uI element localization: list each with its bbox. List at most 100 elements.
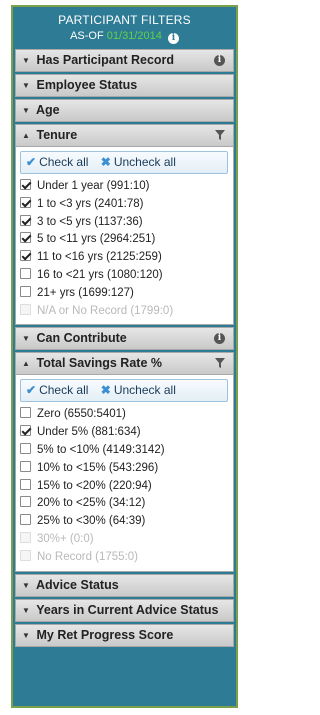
option-label: 5% to <10% (4149:3142): [37, 443, 165, 456]
option-label: 16 to <21 yrs (1080:120): [37, 268, 163, 281]
filter-option[interactable]: 11 to <16 yrs (2125:259): [20, 249, 228, 267]
option-label: No Record (1755:0): [37, 550, 138, 563]
filter-option: N/A or No Record (1799:0): [20, 303, 228, 321]
section-label: Age: [36, 103, 60, 117]
filter-option[interactable]: Under 1 year (991:10): [20, 178, 228, 196]
uncheck-all-button[interactable]: ✖ Uncheck all: [101, 155, 176, 169]
filter-funnel-icon[interactable]: [214, 129, 226, 141]
section-advice-status[interactable]: ▼ Advice Status: [15, 573, 234, 597]
section-label: Can Contribute: [36, 331, 127, 346]
filter-funnel-icon[interactable]: [214, 357, 226, 369]
option-checkbox: [20, 531, 31, 543]
caret-down-icon: ▼: [22, 605, 30, 615]
option-checkbox[interactable]: [20, 442, 31, 454]
section-label: My Ret Progress Score: [36, 627, 174, 642]
option-label: 25% to <30% (64:39): [37, 515, 146, 528]
asof-label: AS-OF: [70, 30, 104, 42]
savings-options-body: ✔ Check all ✖ Uncheck all Zero (6550:5401)…: [15, 375, 234, 572]
info-icon[interactable]: i: [214, 333, 225, 345]
panel-title: PARTICIPANT FILTERS: [58, 13, 191, 27]
caret-up-icon: ▲: [22, 359, 30, 369]
option-label: 1 to <3 yrs (2401:78): [37, 197, 144, 210]
section-label: Employee Status: [36, 78, 138, 92]
info-icon[interactable]: i: [167, 33, 179, 44]
option-label: 11 to <16 yrs (2125:259): [37, 251, 162, 264]
check-all-button[interactable]: ✔ Check all: [26, 383, 88, 397]
option-checkbox[interactable]: [20, 460, 31, 472]
filter-option[interactable]: 21+ yrs (1699:127): [20, 285, 228, 303]
option-label: Zero (6550:5401): [37, 408, 126, 421]
filter-option[interactable]: 1 to <3 yrs (2401:78): [20, 196, 228, 214]
x-icon: ✖: [100, 383, 111, 398]
checkmark-icon: ✔: [26, 383, 37, 398]
option-label: 20% to <25% (34:12): [37, 497, 146, 510]
section-years-in-current-advice-status[interactable]: ▼ Years in Current Advice Status: [15, 598, 234, 622]
filter-option[interactable]: 3 to <5 yrs (1137:36): [20, 214, 228, 232]
option-label: Under 1 year (991:10): [37, 180, 150, 192]
section-has-participant-record[interactable]: ▼ Has Participant Record i: [15, 49, 234, 72]
option-checkbox[interactable]: [20, 425, 31, 437]
section-employee-status[interactable]: ▼ Employee Status: [15, 74, 234, 97]
asof-line: AS-OF 01/31/2014 i: [13, 29, 236, 44]
caret-down-icon: ▼: [22, 81, 30, 90]
option-checkbox[interactable]: [20, 478, 31, 490]
filter-option[interactable]: 5% to <10% (4149:3142): [20, 442, 228, 460]
filter-option: No Record (1755:0): [20, 549, 228, 567]
caret-down-icon: ▼: [22, 56, 30, 65]
participant-filters-panel: PARTICIPANT FILTERS AS-OF 01/31/2014 i ▼…: [11, 5, 238, 708]
caret-up-icon: ▲: [22, 131, 30, 140]
tenure-option-list: Under 1 year (991:10) 1 to <3 yrs (2401:7…: [20, 178, 228, 320]
checkmark-icon: ✔: [26, 155, 37, 169]
section-label: Tenure: [36, 128, 78, 142]
check-toolbar: ✔ Check all ✖ Uncheck all: [20, 379, 228, 403]
x-icon: ✖: [100, 155, 111, 169]
option-label: N/A or No Record (1799:0): [37, 304, 174, 317]
option-label: Under 5% (881:634): [37, 426, 141, 439]
caret-down-icon: ▼: [22, 630, 30, 640]
section-total-savings-rate[interactable]: ▲ Total Savings Rate %: [15, 352, 234, 376]
info-icon[interactable]: i: [214, 55, 225, 66]
caret-down-icon: ▼: [22, 106, 30, 115]
filter-option[interactable]: 10% to <15% (543:296): [20, 460, 228, 478]
panel-header: PARTICIPANT FILTERS AS-OF 01/31/2014 i: [13, 7, 236, 49]
filter-option[interactable]: 15% to <20% (220:94): [20, 478, 228, 496]
option-label: 30%+ (0:0): [37, 532, 94, 545]
caret-down-icon: ▼: [22, 334, 30, 344]
section-label: Total Savings Rate %: [36, 356, 162, 371]
section-label: Has Participant Record: [36, 53, 175, 67]
check-toolbar: ✔ Check all ✖ Uncheck all: [20, 151, 228, 174]
option-label: 21+ yrs (1699:127): [37, 286, 134, 299]
check-all-button[interactable]: ✔ Check all: [26, 155, 88, 169]
option-checkbox[interactable]: [20, 407, 31, 419]
option-checkbox[interactable]: [20, 179, 31, 190]
filter-option[interactable]: 20% to <25% (34:12): [20, 495, 228, 513]
caret-down-icon: ▼: [22, 580, 30, 590]
option-label: 10% to <15% (543:296): [37, 461, 159, 474]
option-label: 3 to <5 yrs (1137:36): [37, 215, 143, 228]
option-checkbox[interactable]: [20, 196, 31, 208]
asof-date: 01/31/2014: [106, 30, 162, 42]
option-checkbox[interactable]: [20, 250, 31, 262]
filter-option[interactable]: 5 to <11 yrs (2964:251): [20, 231, 228, 249]
section-age[interactable]: ▼ Age: [15, 99, 234, 122]
option-checkbox[interactable]: [20, 214, 31, 226]
filter-option[interactable]: 16 to <21 yrs (1080:120): [20, 267, 228, 285]
filter-option[interactable]: Zero (6550:5401): [20, 406, 228, 424]
tenure-options-body: ✔ Check all ✖ Uncheck all Under 1 year (99…: [15, 147, 234, 326]
option-checkbox: [20, 303, 31, 315]
option-checkbox[interactable]: [20, 267, 31, 279]
uncheck-all-button[interactable]: ✖ Uncheck all: [101, 383, 176, 397]
option-checkbox[interactable]: [20, 232, 31, 244]
filter-option: 30%+ (0:0): [20, 531, 228, 549]
filter-option[interactable]: Under 5% (881:634): [20, 424, 228, 442]
section-label: Advice Status: [36, 577, 119, 592]
option-label: 5 to <11 yrs (2964:251): [37, 233, 156, 246]
option-checkbox: [20, 549, 31, 561]
section-can-contribute[interactable]: ▼ Can Contribute i: [15, 327, 234, 351]
option-checkbox[interactable]: [20, 514, 31, 526]
filter-option[interactable]: 25% to <30% (64:39): [20, 513, 228, 531]
option-checkbox[interactable]: [20, 496, 31, 508]
option-checkbox[interactable]: [20, 285, 31, 297]
section-tenure[interactable]: ▲ Tenure: [15, 124, 234, 147]
section-my-ret-progress-score[interactable]: ▼ My Ret Progress Score: [15, 623, 234, 647]
